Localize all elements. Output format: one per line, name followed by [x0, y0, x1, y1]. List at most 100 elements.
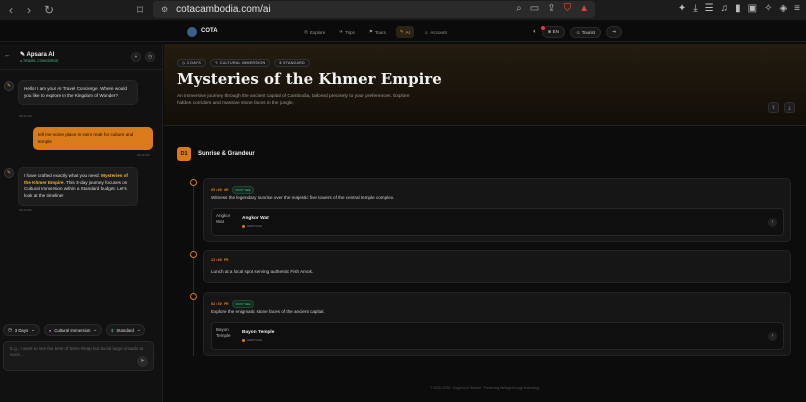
ai-message: I have crafted exactly what you need: My… — [18, 167, 138, 206]
site-settings-icon[interactable]: ⚙ — [161, 5, 168, 14]
bookmark-icon[interactable]: ⌑ — [132, 3, 148, 17]
share-icon[interactable]: ⇪ — [547, 3, 555, 14]
chat-input[interactable]: E.g., I want to see the best of Siem Rea… — [3, 341, 154, 371]
chevron-down-icon: ⌄ — [136, 327, 141, 332]
activity-time: 12:00 PM — [211, 258, 229, 262]
activity-text: Explore the enigmatic stone faces of the… — [211, 309, 325, 314]
filter-label: Cultural Immersion — [54, 327, 91, 333]
brand-name[interactable]: COTA — [201, 28, 218, 34]
style-dot-icon: ● — [48, 327, 52, 333]
url-text: cotacambodia.com/ai — [176, 4, 271, 15]
place-image: Bayon Temple — [216, 327, 231, 338]
nav-link-label: Tours — [374, 29, 386, 35]
share-icon[interactable]: ⇪ — [768, 102, 779, 113]
download-icon[interactable]: ⤓ — [784, 102, 795, 113]
chevron-down-icon: ⌄ — [31, 327, 35, 332]
notification-badge — [541, 26, 545, 30]
itinerary-panel: ◷ 3 DAYS ✎ CULTURAL IMMERSION $ STANDARD… — [164, 44, 806, 402]
nav-account[interactable]: ☺ Account — [420, 26, 451, 38]
language-selector[interactable]: ⊕ EN — [541, 26, 565, 38]
message-text: Hello! I am your AI Travel Concierge. Wh… — [24, 86, 127, 98]
extensions-icon[interactable]: ✦ — [678, 3, 686, 14]
reload-icon[interactable]: ↻ — [41, 3, 57, 17]
send-icon[interactable]: ➤ — [137, 356, 148, 367]
media-icon[interactable]: ♫ — [721, 3, 729, 14]
activity-time: 05:00 AM — [211, 188, 229, 192]
chat-header: ← ✎ Apsara AI ● TRAVEL CONCIERGE + ◷ — [0, 44, 163, 70]
tag-style: ✎ CULTURAL IMMERSION — [210, 59, 271, 67]
tag-label: STANDARD — [283, 61, 305, 65]
place-name: Bayon Temple — [242, 330, 275, 335]
activity-card: 12:00 PM Lunch at a local spot serving a… — [203, 250, 791, 283]
nav-link-label: Trips — [344, 29, 355, 35]
chat-title-text: Apsara AI — [26, 52, 55, 58]
budget-filter[interactable]: $ Standard ⌄ — [106, 324, 146, 336]
nav-explore[interactable]: ◎ Explore — [300, 26, 329, 38]
must-see-badge: MUST SEE — [232, 186, 254, 194]
dollar-icon: $ — [111, 327, 114, 333]
timeline-dot — [190, 251, 197, 258]
downloads-icon[interactable]: ⤓ — [693, 3, 697, 14]
history-icon[interactable]: ☰ — [705, 3, 714, 14]
trip-title: Mysteries of the Khmer Empire — [177, 70, 442, 88]
back-icon[interactable]: ← — [4, 52, 11, 59]
filter-label: Standard — [116, 327, 134, 333]
activity-text: Witness the legendary sunrise over the m… — [211, 195, 395, 200]
vpn-icon[interactable]: ◈ — [779, 3, 787, 14]
duration-filter[interactable]: ◷ 3 Days ⌄ — [3, 324, 40, 336]
nav-trips[interactable]: ✈ Trips — [335, 26, 359, 38]
chevron-right-icon[interactable]: › — [768, 332, 777, 341]
nav-ai[interactable]: ✎ AI — [395, 26, 414, 38]
place-image: Angkor Wat — [216, 213, 231, 224]
menu-icon[interactable]: ≡ — [794, 3, 800, 14]
brand-logo-icon[interactable] — [187, 27, 197, 37]
nav-link-label: Account — [430, 29, 447, 35]
activity-time: 02:30 PM — [211, 302, 229, 306]
zoom-icon[interactable]: ⌕ — [516, 3, 522, 14]
place-name: Angkor Wat — [242, 216, 269, 221]
clock-icon: ◷ — [8, 327, 12, 332]
app-navbar: COTA ◎ Explore ✈ Trips ⚑ Tours ✎ AI ☺ Ac… — [0, 22, 806, 42]
nav-link-label: AI — [405, 29, 410, 35]
trip-description: An immersive journey through the ancient… — [177, 94, 410, 106]
cast-icon[interactable]: ▭ — [530, 3, 539, 14]
sidebar-toggle-icon[interactable]: ▮ — [735, 3, 741, 14]
place-category: HERITAGE — [242, 338, 262, 342]
style-filter[interactable]: ● Cultural Immersion ⌄ — [43, 324, 103, 336]
history-icon[interactable]: ◷ — [145, 52, 155, 62]
brave-rewards-icon[interactable]: ▲ — [579, 3, 589, 14]
activity-text: Lunch at a local spot serving authentic … — [211, 269, 314, 274]
activity-card: 05:00 AM MUST SEE Witness the legendary … — [203, 178, 791, 242]
ai-avatar-icon: ✎ — [4, 168, 14, 178]
tag-duration: ◷ 3 DAYS — [177, 59, 207, 67]
chevron-down-icon: ⌄ — [93, 327, 98, 332]
timeline-dot — [190, 293, 197, 300]
user-message: tell me some place in siem reab for cult… — [33, 127, 153, 151]
forward-arrow-icon[interactable]: › — [21, 3, 37, 17]
trip-hero: ◷ 3 DAYS ✎ CULTURAL IMMERSION $ STANDARD… — [164, 44, 806, 126]
place-card[interactable]: Angkor Wat Angkor Wat HERITAGE › — [211, 208, 784, 236]
place-category: HERITAGE — [242, 224, 262, 228]
trip-filters: ◷ 3 Days ⌄ ● Cultural Immersion ⌄ $ Standard ⌄ — [3, 324, 146, 336]
address-bar[interactable]: ⚙ cotacambodia.com/ai ⌕ ▭ ⇪ ⛉ ▲ — [153, 1, 595, 18]
chat-subtitle: ● TRAVEL CONCIERGE — [20, 59, 59, 63]
brave-shield-icon[interactable]: ⛉ — [564, 3, 572, 14]
chevron-right-icon[interactable]: › — [768, 218, 777, 227]
message-text: I have crafted exactly what you need: — [24, 173, 102, 178]
timeline-dot — [190, 179, 197, 186]
logout-icon[interactable]: ⇥ — [605, 26, 622, 38]
leo-ai-icon[interactable]: ✧ — [764, 3, 772, 14]
user-role-button[interactable]: ☺ Tourist — [569, 26, 601, 38]
role-label: Tourist — [581, 29, 595, 35]
message-time: 09:42 AM — [137, 153, 150, 157]
browser-toolbar: ‹ › ↻ ⌑ ⚙ cotacambodia.com/ai ⌕ ▭ ⇪ ⛉ ▲ … — [0, 0, 806, 20]
wallet-icon[interactable]: ▣ — [748, 3, 757, 14]
back-arrow-icon[interactable]: ‹ — [3, 3, 19, 17]
notification-bell-icon[interactable]: ◐ — [533, 29, 537, 35]
tag-label: 3 DAYS — [186, 61, 202, 65]
message-text: tell me some place in siem reab for cult… — [38, 132, 134, 144]
place-card[interactable]: Bayon Temple Bayon Temple HERITAGE › — [211, 322, 784, 350]
must-see-badge: MUST SEE — [232, 300, 254, 308]
new-chat-icon[interactable]: + — [131, 52, 141, 62]
nav-tours[interactable]: ⚑ Tours — [365, 26, 390, 38]
